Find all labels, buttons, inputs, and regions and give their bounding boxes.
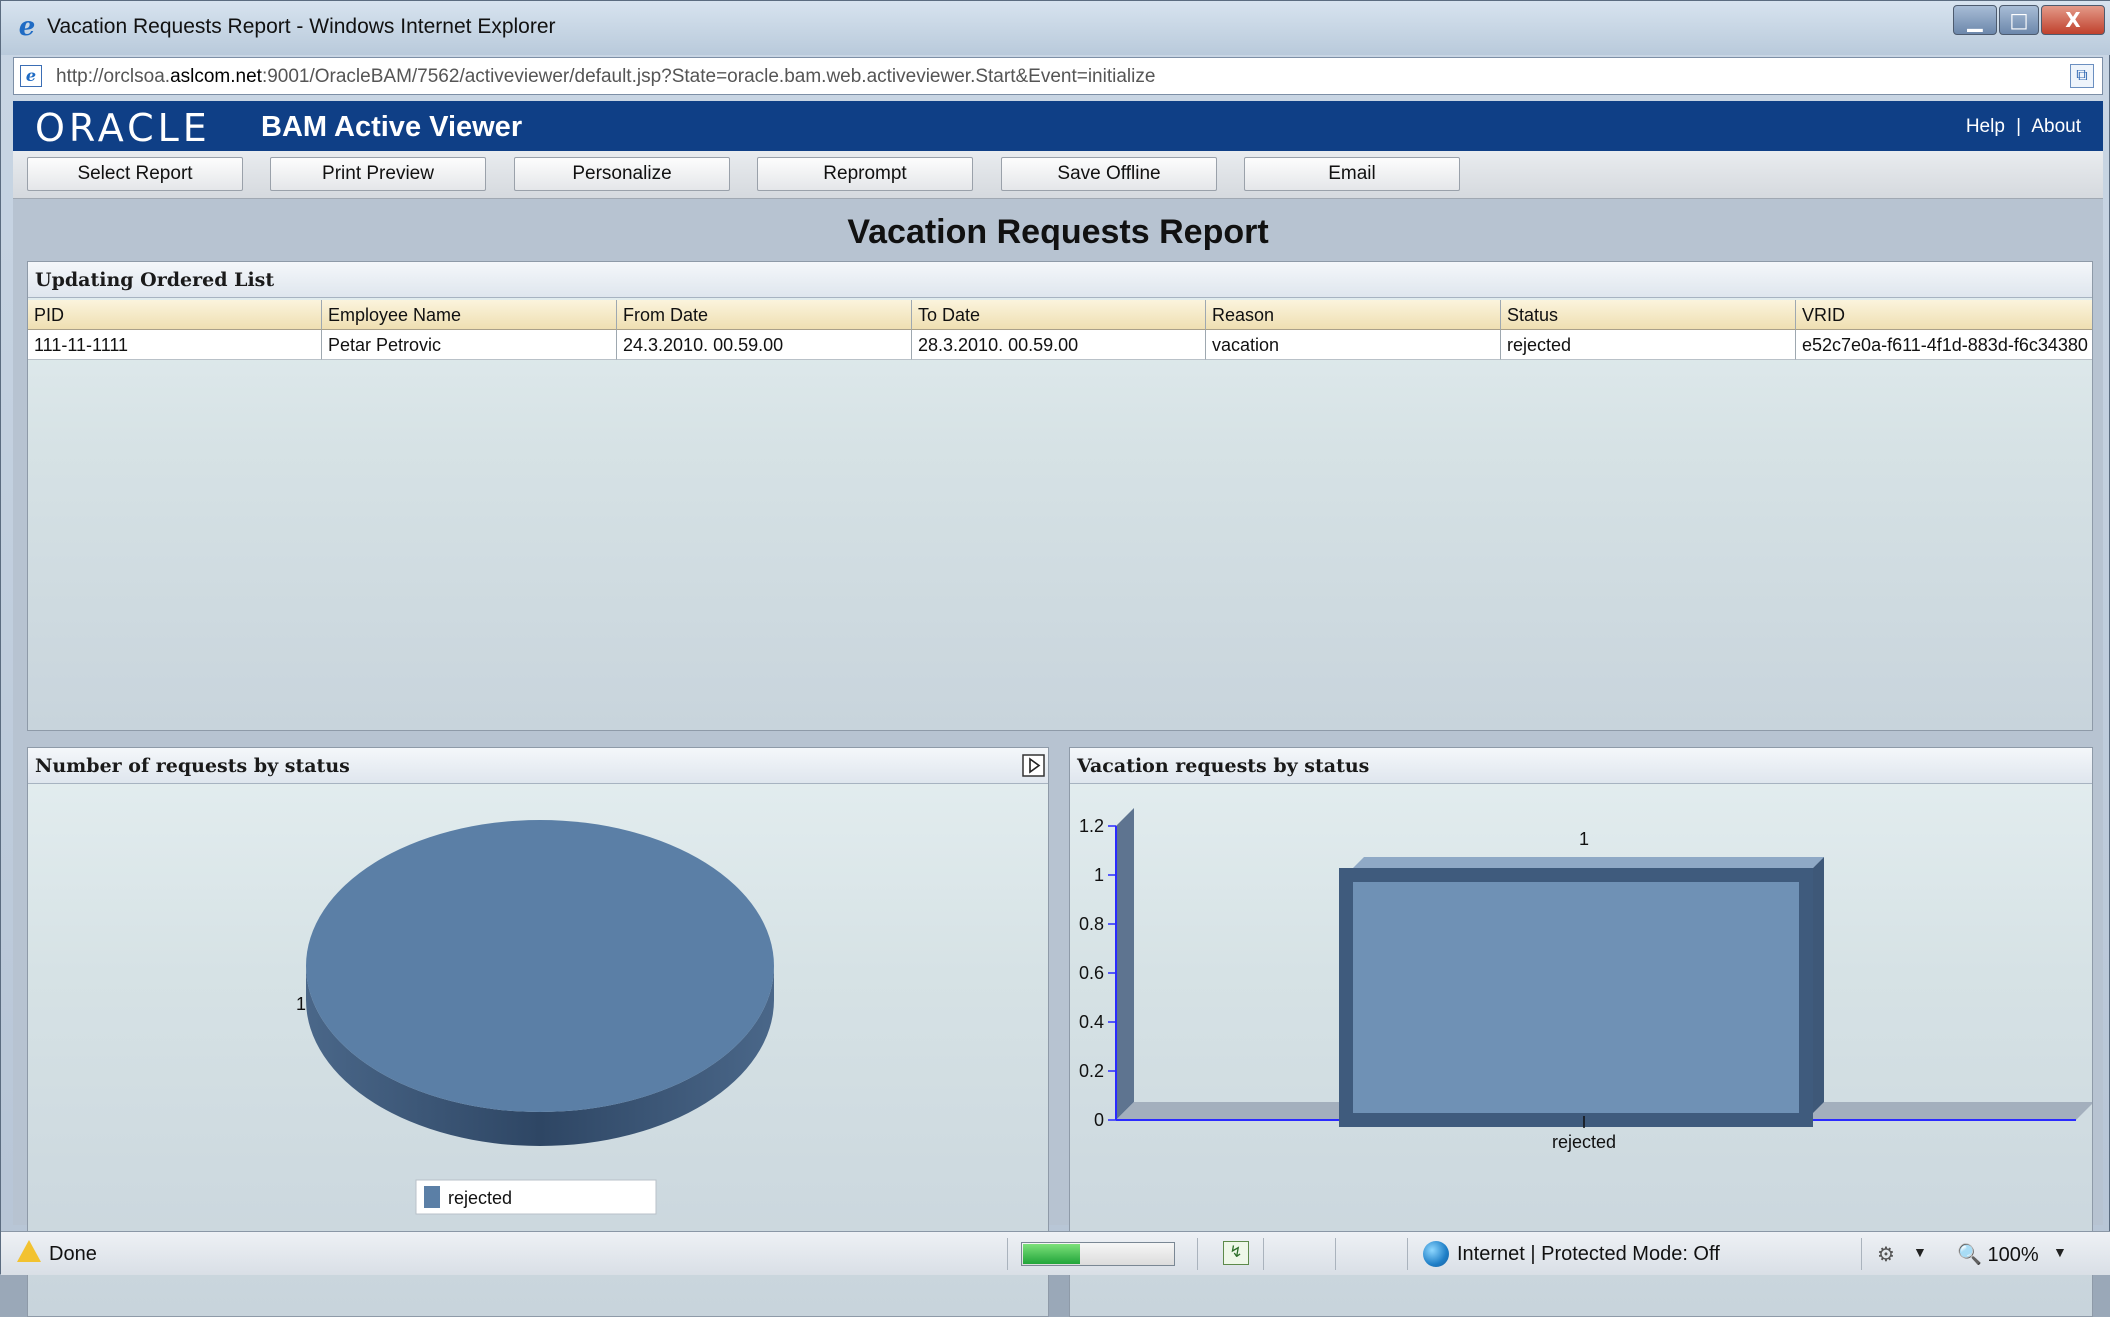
column-header-pid[interactable]: PID xyxy=(28,300,322,330)
app-header: ORACLE BAM Active Viewer Help | About xyxy=(13,101,2103,151)
help-link[interactable]: Help xyxy=(1966,116,2005,137)
ie-logo-icon: e xyxy=(18,12,36,42)
url-prefix: http://orclsoa. xyxy=(56,66,171,87)
panel-header: Vacation requests by status xyxy=(1070,748,2092,784)
url-rest: :9001/OracleBAM/7562/activeviewer/defaul… xyxy=(261,66,1156,87)
security-zone-text[interactable]: Internet | Protected Mode: Off xyxy=(1457,1243,1720,1266)
oracle-logo: ORACLE xyxy=(35,106,211,150)
address-bar[interactable]: e http://orclsoa.aslcom.net:9001/OracleB… xyxy=(13,57,2103,95)
legend-label: rejected xyxy=(448,1188,512,1208)
select-report-button[interactable]: Select Report xyxy=(27,157,243,191)
warning-icon[interactable] xyxy=(17,1240,41,1262)
y-axis-wall xyxy=(1116,808,1134,1120)
status-divider xyxy=(1861,1238,1862,1270)
page-load-progress xyxy=(1021,1242,1175,1266)
minimize-button[interactable]: ▁ xyxy=(1953,5,1997,35)
pie-legend: rejected xyxy=(415,1179,657,1215)
print-preview-button[interactable]: Print Preview xyxy=(270,157,486,191)
status-divider xyxy=(1007,1238,1008,1270)
column-header-reason[interactable]: Reason xyxy=(1206,300,1501,330)
column-header-status[interactable]: Status xyxy=(1501,300,1796,330)
status-text: Done xyxy=(49,1243,97,1265)
window-title: Vacation Requests Report - Windows Inter… xyxy=(47,15,556,38)
notification-icon[interactable]: ↯ xyxy=(1223,1241,1249,1265)
ordered-list-panel: Updating Ordered List PID Employee Name … xyxy=(27,261,2093,731)
y-tick-label: 0.8 xyxy=(1079,914,1104,934)
close-button[interactable]: X xyxy=(2041,5,2105,35)
bar-data-label: 1 xyxy=(1579,829,1589,849)
y-tick-label: 0 xyxy=(1094,1110,1104,1130)
y-tick-label: 0.4 xyxy=(1079,1012,1104,1032)
chevron-down-icon[interactable]: ▼ xyxy=(1913,1244,1927,1260)
link-separator: | xyxy=(2016,116,2022,137)
panel-title: Vacation requests by status xyxy=(1077,755,1370,777)
column-header-to-date[interactable]: To Date xyxy=(912,300,1206,330)
report-title: Vacation Requests Report xyxy=(847,213,1269,251)
panel-header: Number of requests by status xyxy=(28,748,1048,784)
cell-vrid: e52c7e0a-f611-4f1d-883d-f6c34380 xyxy=(1796,330,2092,360)
table-header-row: PID Employee Name From Date To Date Reas… xyxy=(28,300,2092,330)
y-tick-label: 0.2 xyxy=(1079,1061,1104,1081)
maximize-button[interactable]: □ xyxy=(1999,5,2039,35)
status-divider xyxy=(1263,1238,1264,1270)
y-tick-label: 1 xyxy=(1094,865,1104,885)
cell-pid: 111-11-1111 xyxy=(28,330,322,360)
email-button[interactable]: Email xyxy=(1244,157,1460,191)
requests-table: PID Employee Name From Date To Date Reas… xyxy=(28,300,2092,360)
status-divider xyxy=(1197,1238,1198,1270)
reprompt-button[interactable]: Reprompt xyxy=(757,157,973,191)
x-tick-label: rejected xyxy=(1552,1132,1616,1152)
panel-title: Number of requests by status xyxy=(35,755,350,777)
legend-swatch xyxy=(424,1186,440,1208)
status-divider xyxy=(1407,1238,1408,1270)
panel-header: Updating Ordered List xyxy=(28,262,2092,298)
zoom-level[interactable]: 🔍 100% xyxy=(1957,1242,2039,1267)
y-tick-label: 1.2 xyxy=(1079,816,1104,836)
about-link[interactable]: About xyxy=(2031,116,2081,137)
panel-title: Updating Ordered List xyxy=(35,269,275,291)
column-header-from-date[interactable]: From Date xyxy=(617,300,912,330)
status-divider xyxy=(1335,1238,1336,1270)
product-name: BAM Active Viewer xyxy=(261,111,523,143)
expand-icon[interactable] xyxy=(1022,754,1046,778)
y-tick-label: 0.6 xyxy=(1079,963,1104,983)
save-offline-button[interactable]: Save Offline xyxy=(1001,157,1217,191)
cell-employee-name: Petar Petrovic xyxy=(322,330,617,360)
page-content: ORACLE BAM Active Viewer Help | About Se… xyxy=(13,101,2103,1317)
cell-reason: vacation xyxy=(1206,330,1501,360)
personalize-button[interactable]: Personalize xyxy=(514,157,730,191)
internet-zone-icon[interactable] xyxy=(1423,1241,1449,1267)
page-icon: e xyxy=(20,65,42,87)
url-host: aslcom.net xyxy=(170,66,262,87)
pie-data-label: 1 xyxy=(296,994,306,1014)
cell-from-date: 24.3.2010. 00.59.00 xyxy=(617,330,912,360)
compatibility-view-icon[interactable]: ⧉ xyxy=(2070,64,2094,88)
status-bar: Done ↯ Internet | Protected Mode: Off ⚙ … xyxy=(1,1231,2110,1275)
browser-window: e Vacation Requests Report - Windows Int… xyxy=(0,0,2110,1317)
column-header-employee-name[interactable]: Employee Name xyxy=(322,300,617,330)
progress-fill xyxy=(1023,1244,1080,1264)
toolbar: Select Report Print Preview Personalize … xyxy=(13,151,2103,199)
zoom-value: 100% xyxy=(1987,1244,2039,1266)
address-url[interactable]: http://orclsoa.aslcom.net:9001/OracleBAM… xyxy=(56,66,1155,88)
pie-slice[interactable] xyxy=(306,820,774,1112)
header-links: Help | About xyxy=(1966,116,2081,138)
protected-mode-icon[interactable]: ⚙ xyxy=(1877,1242,1895,1267)
cell-to-date: 28.3.2010. 00.59.00 xyxy=(912,330,1206,360)
cell-status: rejected xyxy=(1501,330,1796,360)
title-bar[interactable]: e Vacation Requests Report - Windows Int… xyxy=(1,1,2110,55)
column-header-vrid[interactable]: VRID xyxy=(1796,300,2092,330)
chevron-down-icon[interactable]: ▼ xyxy=(2053,1244,2067,1260)
table-row[interactable]: 111-11-1111 Petar Petrovic 24.3.2010. 00… xyxy=(28,330,2092,360)
bar[interactable] xyxy=(1339,868,1813,1127)
